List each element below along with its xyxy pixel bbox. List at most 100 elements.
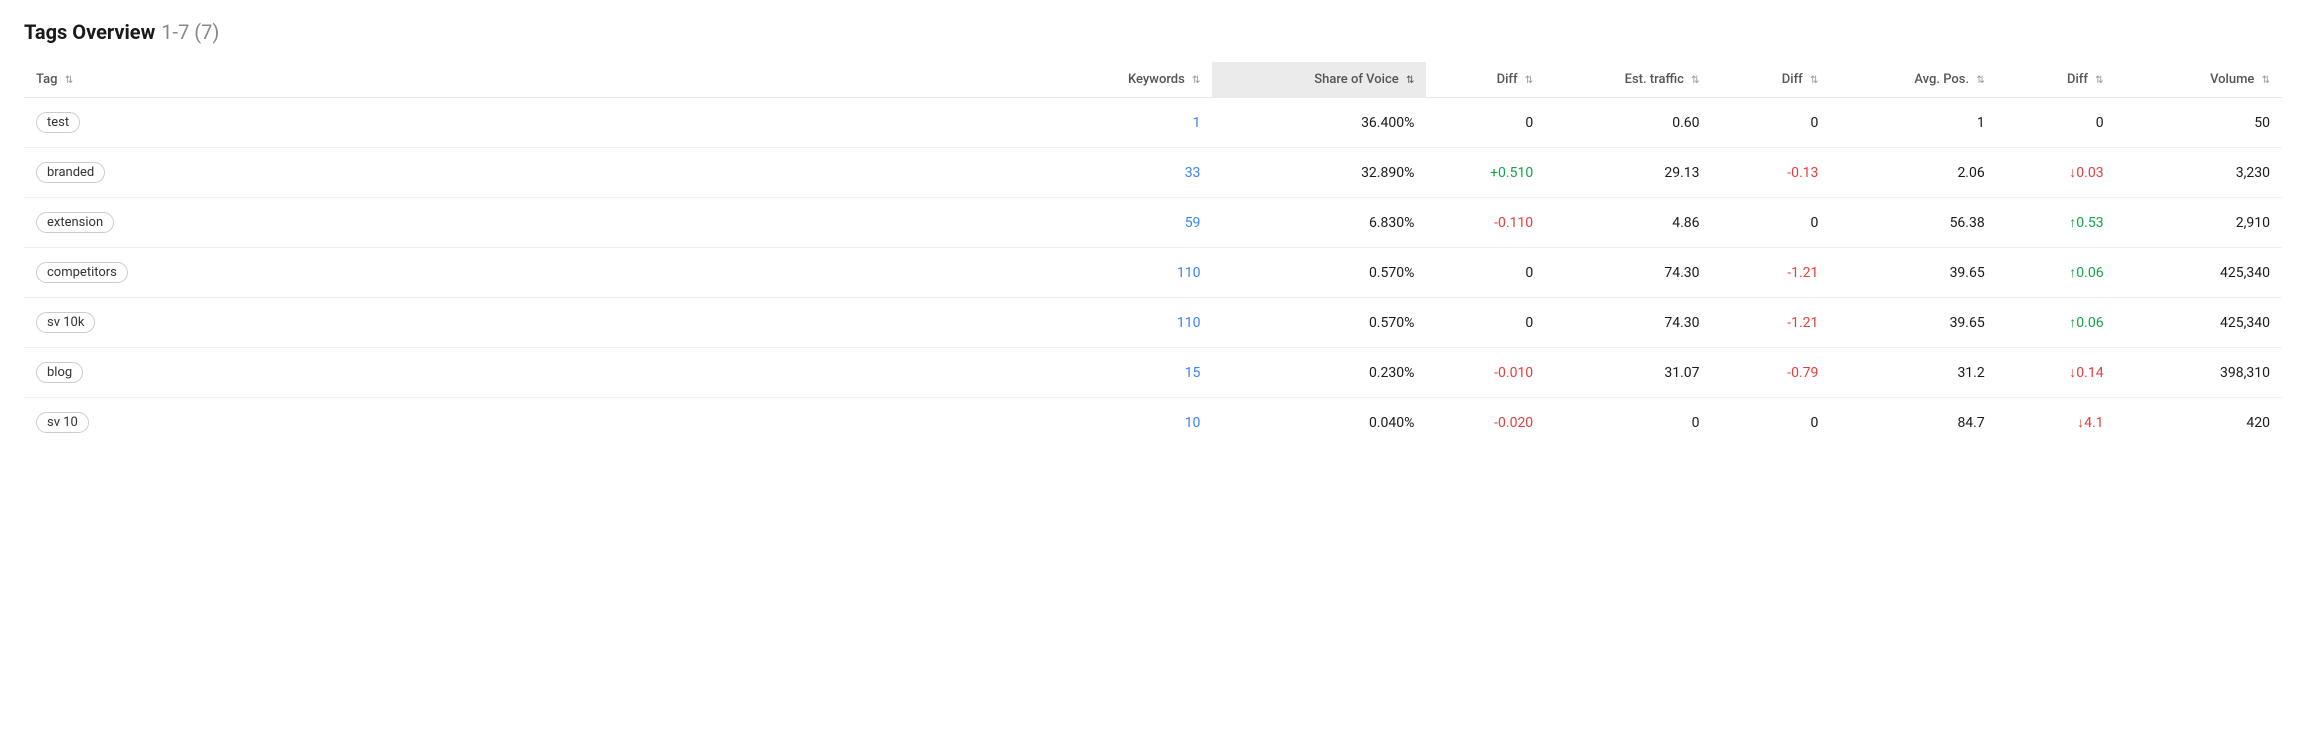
col-volume-sort-icon: ⇅	[2262, 75, 2270, 86]
cell-share-of-voice: 0.570%	[1212, 248, 1426, 298]
col-est-traffic[interactable]: Est. traffic ⇅	[1545, 62, 1711, 98]
page-title: Tags Overview	[24, 20, 155, 44]
cell-est-traffic: 31.07	[1545, 348, 1711, 398]
cell-tag: test	[24, 98, 1046, 148]
col-tag-sort-icon: ⇅	[65, 75, 73, 86]
cell-volume: 425,340	[2116, 248, 2282, 298]
cell-diff2: -1.21	[1712, 298, 1831, 348]
cell-est-traffic: 0.60	[1545, 98, 1711, 148]
cell-volume: 50	[2116, 98, 2282, 148]
cell-est-traffic: 74.30	[1545, 298, 1711, 348]
tag-badge[interactable]: test	[36, 112, 80, 133]
cell-est-traffic: 29.13	[1545, 148, 1711, 198]
cell-est-traffic: 0	[1545, 398, 1711, 448]
col-sov-sort-icon: ⇅	[1406, 75, 1414, 86]
col-sov-label: Share of Voice	[1314, 72, 1399, 87]
cell-diff2: -1.21	[1712, 248, 1831, 298]
col-volume[interactable]: Volume ⇅	[2116, 62, 2282, 98]
table-row: blog150.230%-0.01031.07-0.7931.2↓0.14398…	[24, 348, 2282, 398]
page-header: Tags Overview 1-7 (7)	[24, 20, 2282, 44]
cell-diff1: -0.010	[1426, 348, 1545, 398]
cell-tag: blog	[24, 348, 1046, 398]
col-avg-pos-sort-icon: ⇅	[1976, 75, 1984, 86]
keywords-link[interactable]: 59	[1185, 215, 1201, 231]
cell-avg-pos: 39.65	[1830, 298, 1996, 348]
cell-diff3: ↑0.53	[1997, 198, 2116, 248]
cell-diff3: 0	[1997, 98, 2116, 148]
cell-avg-pos: 84.7	[1830, 398, 1996, 448]
col-diff3-sort-icon: ⇅	[2095, 75, 2103, 86]
col-keywords-label: Keywords	[1128, 72, 1185, 87]
cell-avg-pos: 56.38	[1830, 198, 1996, 248]
cell-keywords: 1	[1046, 98, 1212, 148]
cell-diff3: ↓4.1	[1997, 398, 2116, 448]
keywords-link[interactable]: 110	[1177, 265, 1201, 281]
tag-badge[interactable]: extension	[36, 212, 114, 233]
cell-diff1: +0.510	[1426, 148, 1545, 198]
col-diff3[interactable]: Diff ⇅	[1997, 62, 2116, 98]
cell-keywords: 110	[1046, 298, 1212, 348]
page-range: 1-7 (7)	[161, 20, 219, 44]
keywords-link[interactable]: 10	[1185, 415, 1201, 431]
cell-avg-pos: 39.65	[1830, 248, 1996, 298]
cell-diff1: 0	[1426, 298, 1545, 348]
cell-tag: branded	[24, 148, 1046, 198]
col-avg-pos-label: Avg. Pos.	[1914, 72, 1969, 87]
col-diff2-label: Diff	[1782, 72, 1803, 87]
table-body: test136.400%00.6001050branded3332.890%+0…	[24, 98, 2282, 448]
keywords-link[interactable]: 15	[1185, 365, 1201, 381]
cell-share-of-voice: 0.230%	[1212, 348, 1426, 398]
cell-avg-pos: 2.06	[1830, 148, 1996, 198]
cell-diff2: 0	[1712, 198, 1831, 248]
cell-volume: 3,230	[2116, 148, 2282, 198]
col-est-traffic-sort-icon: ⇅	[1691, 75, 1699, 86]
cell-diff1: 0	[1426, 98, 1545, 148]
cell-diff2: -0.79	[1712, 348, 1831, 398]
tag-badge[interactable]: competitors	[36, 262, 128, 283]
cell-diff3: ↓0.14	[1997, 348, 2116, 398]
col-diff1[interactable]: Diff ⇅	[1426, 62, 1545, 98]
col-volume-label: Volume	[2210, 72, 2254, 87]
col-keywords-sort-icon: ⇅	[1192, 75, 1200, 86]
table-row: test136.400%00.6001050	[24, 98, 2282, 148]
col-avg-pos[interactable]: Avg. Pos. ⇅	[1830, 62, 1996, 98]
cell-share-of-voice: 0.040%	[1212, 398, 1426, 448]
cell-keywords: 110	[1046, 248, 1212, 298]
col-diff3-label: Diff	[2067, 72, 2088, 87]
cell-est-traffic: 4.86	[1545, 198, 1711, 248]
page-container: Tags Overview 1-7 (7) Tag ⇅ Keywords ⇅ S…	[0, 0, 2306, 467]
cell-volume: 420	[2116, 398, 2282, 448]
keywords-link[interactable]: 33	[1185, 165, 1201, 181]
tag-badge[interactable]: branded	[36, 162, 105, 183]
keywords-link[interactable]: 110	[1177, 315, 1201, 331]
cell-tag: competitors	[24, 248, 1046, 298]
cell-diff1: 0	[1426, 248, 1545, 298]
tag-badge[interactable]: sv 10k	[36, 312, 95, 333]
cell-diff3: ↑0.06	[1997, 248, 2116, 298]
cell-diff3: ↓0.03	[1997, 148, 2116, 198]
cell-keywords: 33	[1046, 148, 1212, 198]
cell-diff1: -0.020	[1426, 398, 1545, 448]
cell-volume: 425,340	[2116, 298, 2282, 348]
table-row: competitors 110 0.570%074.30-1.2139.65↑0.0…	[24, 248, 2282, 298]
cell-share-of-voice: 6.830%	[1212, 198, 1426, 248]
cell-share-of-voice: 36.400%	[1212, 98, 1426, 148]
cell-diff2: 0	[1712, 98, 1831, 148]
tag-badge[interactable]: sv 10	[36, 412, 89, 433]
cell-share-of-voice: 0.570%	[1212, 298, 1426, 348]
col-diff1-sort-icon: ⇅	[1525, 75, 1533, 86]
col-tag-label: Tag	[36, 72, 57, 87]
cell-volume: 2,910	[2116, 198, 2282, 248]
cell-avg-pos: 1	[1830, 98, 1996, 148]
col-keywords[interactable]: Keywords ⇅	[1046, 62, 1212, 98]
table-header: Tag ⇅ Keywords ⇅ Share of Voice ⇅ Diff ⇅…	[24, 62, 2282, 98]
keywords-link[interactable]: 1	[1193, 115, 1201, 131]
tags-table: Tag ⇅ Keywords ⇅ Share of Voice ⇅ Diff ⇅…	[24, 62, 2282, 447]
col-diff2[interactable]: Diff ⇅	[1712, 62, 1831, 98]
cell-tag: sv 10k	[24, 298, 1046, 348]
col-tag[interactable]: Tag ⇅	[24, 62, 1046, 98]
tag-badge[interactable]: blog	[36, 362, 83, 383]
cell-est-traffic: 74.30	[1545, 248, 1711, 298]
col-share-of-voice[interactable]: Share of Voice ⇅	[1212, 62, 1426, 98]
cell-diff1: -0.110	[1426, 198, 1545, 248]
